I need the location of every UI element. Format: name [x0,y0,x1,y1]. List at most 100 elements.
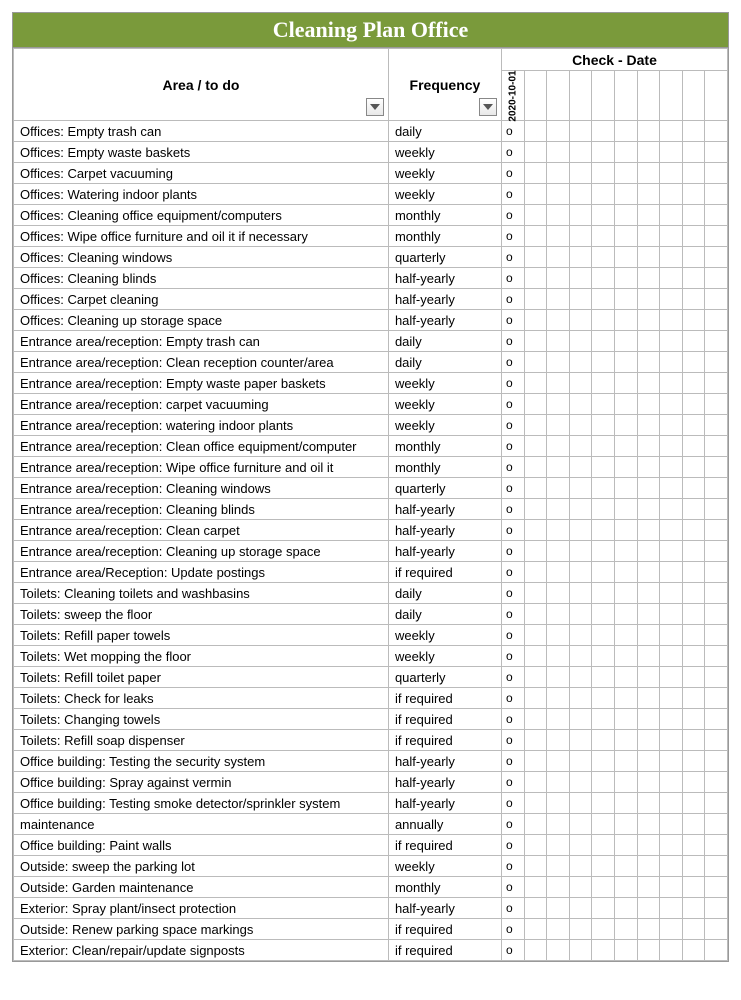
check-cell[interactable] [547,373,570,394]
check-cell[interactable] [682,268,705,289]
check-cell[interactable] [682,520,705,541]
check-cell[interactable] [614,331,637,352]
check-cell[interactable] [524,331,547,352]
check-cell[interactable] [637,583,660,604]
check-cell[interactable] [592,121,615,142]
check-cell[interactable] [705,331,728,352]
check-cell[interactable] [705,625,728,646]
check-cell[interactable] [660,415,683,436]
check-cell[interactable] [660,877,683,898]
check-mark[interactable]: o [501,205,524,226]
check-cell[interactable] [569,436,592,457]
check-cell[interactable] [569,499,592,520]
check-mark[interactable]: o [501,520,524,541]
check-cell[interactable] [524,520,547,541]
check-cell[interactable] [569,478,592,499]
check-cell[interactable] [660,121,683,142]
check-cell[interactable] [547,814,570,835]
check-cell[interactable] [660,604,683,625]
check-cell[interactable] [524,310,547,331]
check-cell[interactable] [705,268,728,289]
check-cell[interactable] [569,688,592,709]
check-cell[interactable] [705,877,728,898]
check-cell[interactable] [569,814,592,835]
check-cell[interactable] [705,856,728,877]
check-cell[interactable] [524,457,547,478]
check-cell[interactable] [614,457,637,478]
check-mark[interactable]: o [501,562,524,583]
check-cell[interactable] [547,541,570,562]
check-cell[interactable] [682,541,705,562]
check-mark[interactable]: o [501,268,524,289]
check-cell[interactable] [637,268,660,289]
check-cell[interactable] [637,163,660,184]
check-cell[interactable] [682,835,705,856]
check-mark[interactable]: o [501,877,524,898]
check-cell[interactable] [637,205,660,226]
check-cell[interactable] [569,667,592,688]
check-cell[interactable] [547,331,570,352]
check-cell[interactable] [705,709,728,730]
check-cell[interactable] [637,793,660,814]
check-cell[interactable] [660,163,683,184]
check-cell[interactable] [660,289,683,310]
check-cell[interactable] [637,709,660,730]
check-cell[interactable] [614,709,637,730]
check-cell[interactable] [592,625,615,646]
check-cell[interactable] [569,184,592,205]
check-cell[interactable] [614,226,637,247]
check-cell[interactable] [660,478,683,499]
check-cell[interactable] [524,667,547,688]
check-cell[interactable] [524,604,547,625]
check-cell[interactable] [547,310,570,331]
check-mark[interactable]: o [501,667,524,688]
check-cell[interactable] [614,583,637,604]
check-cell[interactable] [569,310,592,331]
check-cell[interactable] [614,268,637,289]
check-cell[interactable] [682,898,705,919]
filter-frequency-button[interactable] [479,98,497,116]
check-cell[interactable] [660,436,683,457]
check-cell[interactable] [569,625,592,646]
check-cell[interactable] [524,247,547,268]
check-cell[interactable] [614,121,637,142]
check-cell[interactable] [682,436,705,457]
check-cell[interactable] [524,415,547,436]
check-cell[interactable] [682,289,705,310]
check-cell[interactable] [637,646,660,667]
check-mark[interactable]: o [501,163,524,184]
check-cell[interactable] [614,730,637,751]
check-cell[interactable] [660,247,683,268]
check-cell[interactable] [524,940,547,961]
check-cell[interactable] [660,457,683,478]
check-cell[interactable] [547,415,570,436]
check-mark[interactable]: o [501,121,524,142]
check-cell[interactable] [682,478,705,499]
check-cell[interactable] [524,205,547,226]
check-cell[interactable] [614,667,637,688]
check-cell[interactable] [637,667,660,688]
check-cell[interactable] [592,709,615,730]
check-cell[interactable] [524,646,547,667]
check-cell[interactable] [660,352,683,373]
check-mark[interactable]: o [501,184,524,205]
check-cell[interactable] [637,625,660,646]
check-cell[interactable] [637,688,660,709]
check-cell[interactable] [592,541,615,562]
check-cell[interactable] [569,457,592,478]
check-cell[interactable] [705,667,728,688]
check-cell[interactable] [569,205,592,226]
check-cell[interactable] [705,541,728,562]
check-cell[interactable] [569,121,592,142]
check-cell[interactable] [682,793,705,814]
check-cell[interactable] [682,604,705,625]
check-cell[interactable] [660,646,683,667]
check-cell[interactable] [547,583,570,604]
check-cell[interactable] [592,373,615,394]
check-cell[interactable] [524,289,547,310]
check-mark[interactable]: o [501,541,524,562]
check-cell[interactable] [614,604,637,625]
check-cell[interactable] [637,856,660,877]
check-cell[interactable] [569,142,592,163]
check-cell[interactable] [660,898,683,919]
